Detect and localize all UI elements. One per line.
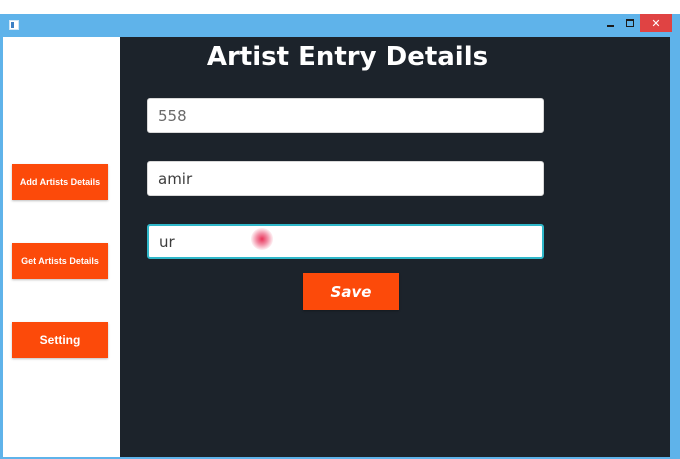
save-button[interactable]: Save [303,273,399,310]
setting-button[interactable]: Setting [12,322,108,358]
artist-name-field[interactable] [147,161,544,196]
add-artists-details-button[interactable]: Add Artists Details [12,164,108,200]
sidebar: Add Artists Details Get Artists Details … [3,37,120,457]
app-icon [9,20,19,30]
page-title: Artist Entry Details [206,42,489,72]
minimize-button[interactable] [601,14,619,32]
app-window: ✕ Add Artists Details Get Artists Detail… [0,14,680,459]
title-bar[interactable]: ✕ [3,14,672,37]
main-panel: Artist Entry Details Save [120,37,670,457]
artist-id-field[interactable] [147,98,544,133]
artist-third-field[interactable] [147,224,544,259]
minimize-icon [606,25,614,27]
get-artists-details-button[interactable]: Get Artists Details [12,243,108,279]
close-button[interactable]: ✕ [640,14,672,32]
close-icon: ✕ [651,16,661,30]
maximize-button[interactable] [621,14,639,32]
maximize-icon [626,19,634,27]
